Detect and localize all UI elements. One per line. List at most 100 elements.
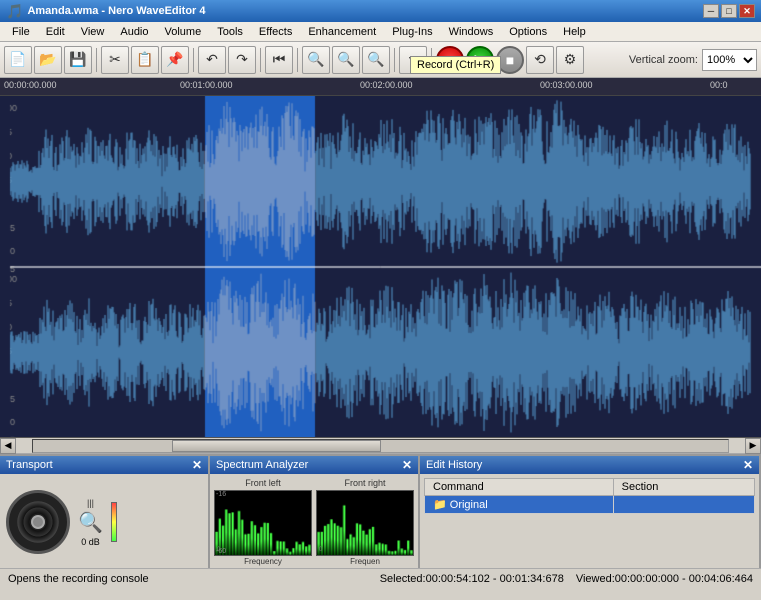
window-controls[interactable]: ─ □ ✕ [703,4,755,18]
timeline-marker-4: 00:0 [710,80,728,90]
viewed-range: Viewed:00:00:00:000 - 00:04:06:464 [576,573,753,585]
spectrum-panel-title: Spectrum Analyzer [216,459,308,471]
history-panel-title: Edit History [426,459,482,471]
spectrum-content: Front left -16 -60 0 Frequency Front rig… [210,474,418,570]
right-freq-label: Frequen [316,557,414,566]
history-col-section: Section [613,479,754,496]
app-icon: 🎵 [6,3,23,20]
waveform-display[interactable] [0,96,761,438]
menu-bar: File Edit View Audio Volume Tools Effect… [0,22,761,42]
play-button[interactable]: ▶ [466,46,494,74]
menu-file[interactable]: File [4,24,38,40]
scrollbar-thumb[interactable] [172,440,381,452]
scroll-right-button[interactable]: ▶ [745,438,761,454]
stop-button[interactable]: ■ [496,46,524,74]
history-table: Command Section 📁 Original [424,478,755,514]
waveform-container: 00:00:00.000 00:01:00.000 00:02:00.000 0… [0,78,761,438]
skip-start-button[interactable]: ⏮ [265,46,293,74]
menu-audio[interactable]: Audio [112,24,156,40]
transport-close-button[interactable]: ✕ [192,458,202,472]
transport-right [111,502,117,542]
vinyl-record [6,490,70,554]
table-row[interactable]: 📁 Original [425,496,755,514]
open-button[interactable]: 📂 [34,46,62,74]
new-button[interactable]: 📄 [4,46,32,74]
search-button1[interactable]: 🔍 [302,46,330,74]
sep1 [96,48,97,72]
history-content: Command Section 📁 Original [420,474,759,568]
history-col-command: Command [425,479,614,496]
menu-tools[interactable]: Tools [209,24,251,40]
close-button[interactable]: ✕ [739,4,755,18]
loop-button[interactable]: ⟲ [526,46,554,74]
sep4 [297,48,298,72]
zoom-select[interactable]: 100% 50% 200% [702,49,757,71]
timeline-marker-1: 00:01:00.000 [180,80,233,90]
spectrum-panel: Spectrum Analyzer ✕ Front left -16 -60 0… [210,456,420,568]
window-title: Amanda.wma - Nero WaveEditor 4 [27,5,205,17]
status-right: Selected:00:00:54:102 - 00:01:34:678 Vie… [380,573,753,585]
sep5 [394,48,395,72]
menu-effects[interactable]: Effects [251,24,300,40]
db-label: 0 dB [81,537,100,547]
timeline-marker-0: 00:00:00.000 [4,80,57,90]
title-bar: 🎵 Amanda.wma - Nero WaveEditor 4 ─ □ ✕ [0,0,761,22]
horizontal-scrollbar[interactable]: ◀ ▶ [0,438,761,454]
spectrum-right-channel: Front right 0 Frequen [316,478,414,566]
search-button2[interactable]: 🔍 [332,46,360,74]
copy-button[interactable]: 📋 [131,46,159,74]
menu-options[interactable]: Options [501,24,555,40]
left-freq-label: Frequency [214,557,312,566]
transport-panel-title: Transport [6,459,53,471]
transport-content: ||| 🔍 0 dB [0,474,208,570]
history-row-command: 📁 Original [425,496,614,514]
extra-button[interactable]: ⚙ [556,46,584,74]
magnifier-icon: 🔍 [78,510,103,535]
dropdown-button[interactable]: ▼ [399,46,427,74]
spectrum-left-channel: Front left -16 -60 0 Frequency [214,478,312,566]
menu-view[interactable]: View [73,24,113,40]
zoom-area: Vertical zoom: 100% 50% 200% [629,49,757,71]
spectrum-left-display: -16 -60 0 [214,490,312,556]
save-button[interactable]: 💾 [64,46,92,74]
scrollbar-track[interactable] [32,439,729,453]
waveform-canvas[interactable] [0,96,761,438]
zoom-label: Vertical zoom: [629,54,698,66]
search-button3[interactable]: 🔍 [362,46,390,74]
selected-range: Selected:00:00:54:102 - 00:01:34:678 [380,573,564,585]
menu-volume[interactable]: Volume [157,24,210,40]
right-channel-label: Front right [316,478,414,488]
level-meter: ||| 🔍 0 dB [78,498,103,547]
record-button[interactable]: ● [436,46,464,74]
history-row-section [613,496,754,514]
folder-icon: 📁 [433,499,447,511]
transport-panel: Transport ✕ ||| 🔍 0 dB [0,456,210,568]
paste-button[interactable]: 📌 [161,46,189,74]
history-panel-header: Edit History ✕ [420,456,759,474]
menu-windows[interactable]: Windows [441,24,502,40]
left-channel-label: Front left [214,478,312,488]
undo-button[interactable]: ↶ [198,46,226,74]
level-meter-label: ||| [87,498,94,508]
sep2 [193,48,194,72]
transport-panel-header: Transport ✕ [0,456,208,474]
menu-help[interactable]: Help [555,24,594,40]
menu-enhancement[interactable]: Enhancement [300,24,384,40]
spectrum-close-button[interactable]: ✕ [402,458,412,472]
level-bars [111,502,117,542]
cut-button[interactable]: ✂ [101,46,129,74]
menu-edit[interactable]: Edit [38,24,73,40]
timeline-marker-2: 00:02:00.000 [360,80,413,90]
spectrum-right-display: 0 [316,490,414,556]
redo-button[interactable]: ↷ [228,46,256,74]
maximize-button[interactable]: □ [721,4,737,18]
status-bar: Opens the recording console Selected:00:… [0,568,761,588]
minimize-button[interactable]: ─ [703,4,719,18]
spectrum-panel-header: Spectrum Analyzer ✕ [210,456,418,474]
history-close-button[interactable]: ✕ [743,458,753,472]
timeline-marker-3: 00:03:00.000 [540,80,593,90]
scroll-left-button[interactable]: ◀ [0,438,16,454]
edit-history-panel: Edit History ✕ Command Section 📁 Origina… [420,456,761,568]
menu-plugins[interactable]: Plug-Ins [384,24,440,40]
toolbar: 📄 📂 💾 ✂ 📋 📌 ↶ ↷ ⏮ 🔍 🔍 🔍 ▼ ● ▶ ■ ⟲ ⚙ Vert… [0,42,761,78]
